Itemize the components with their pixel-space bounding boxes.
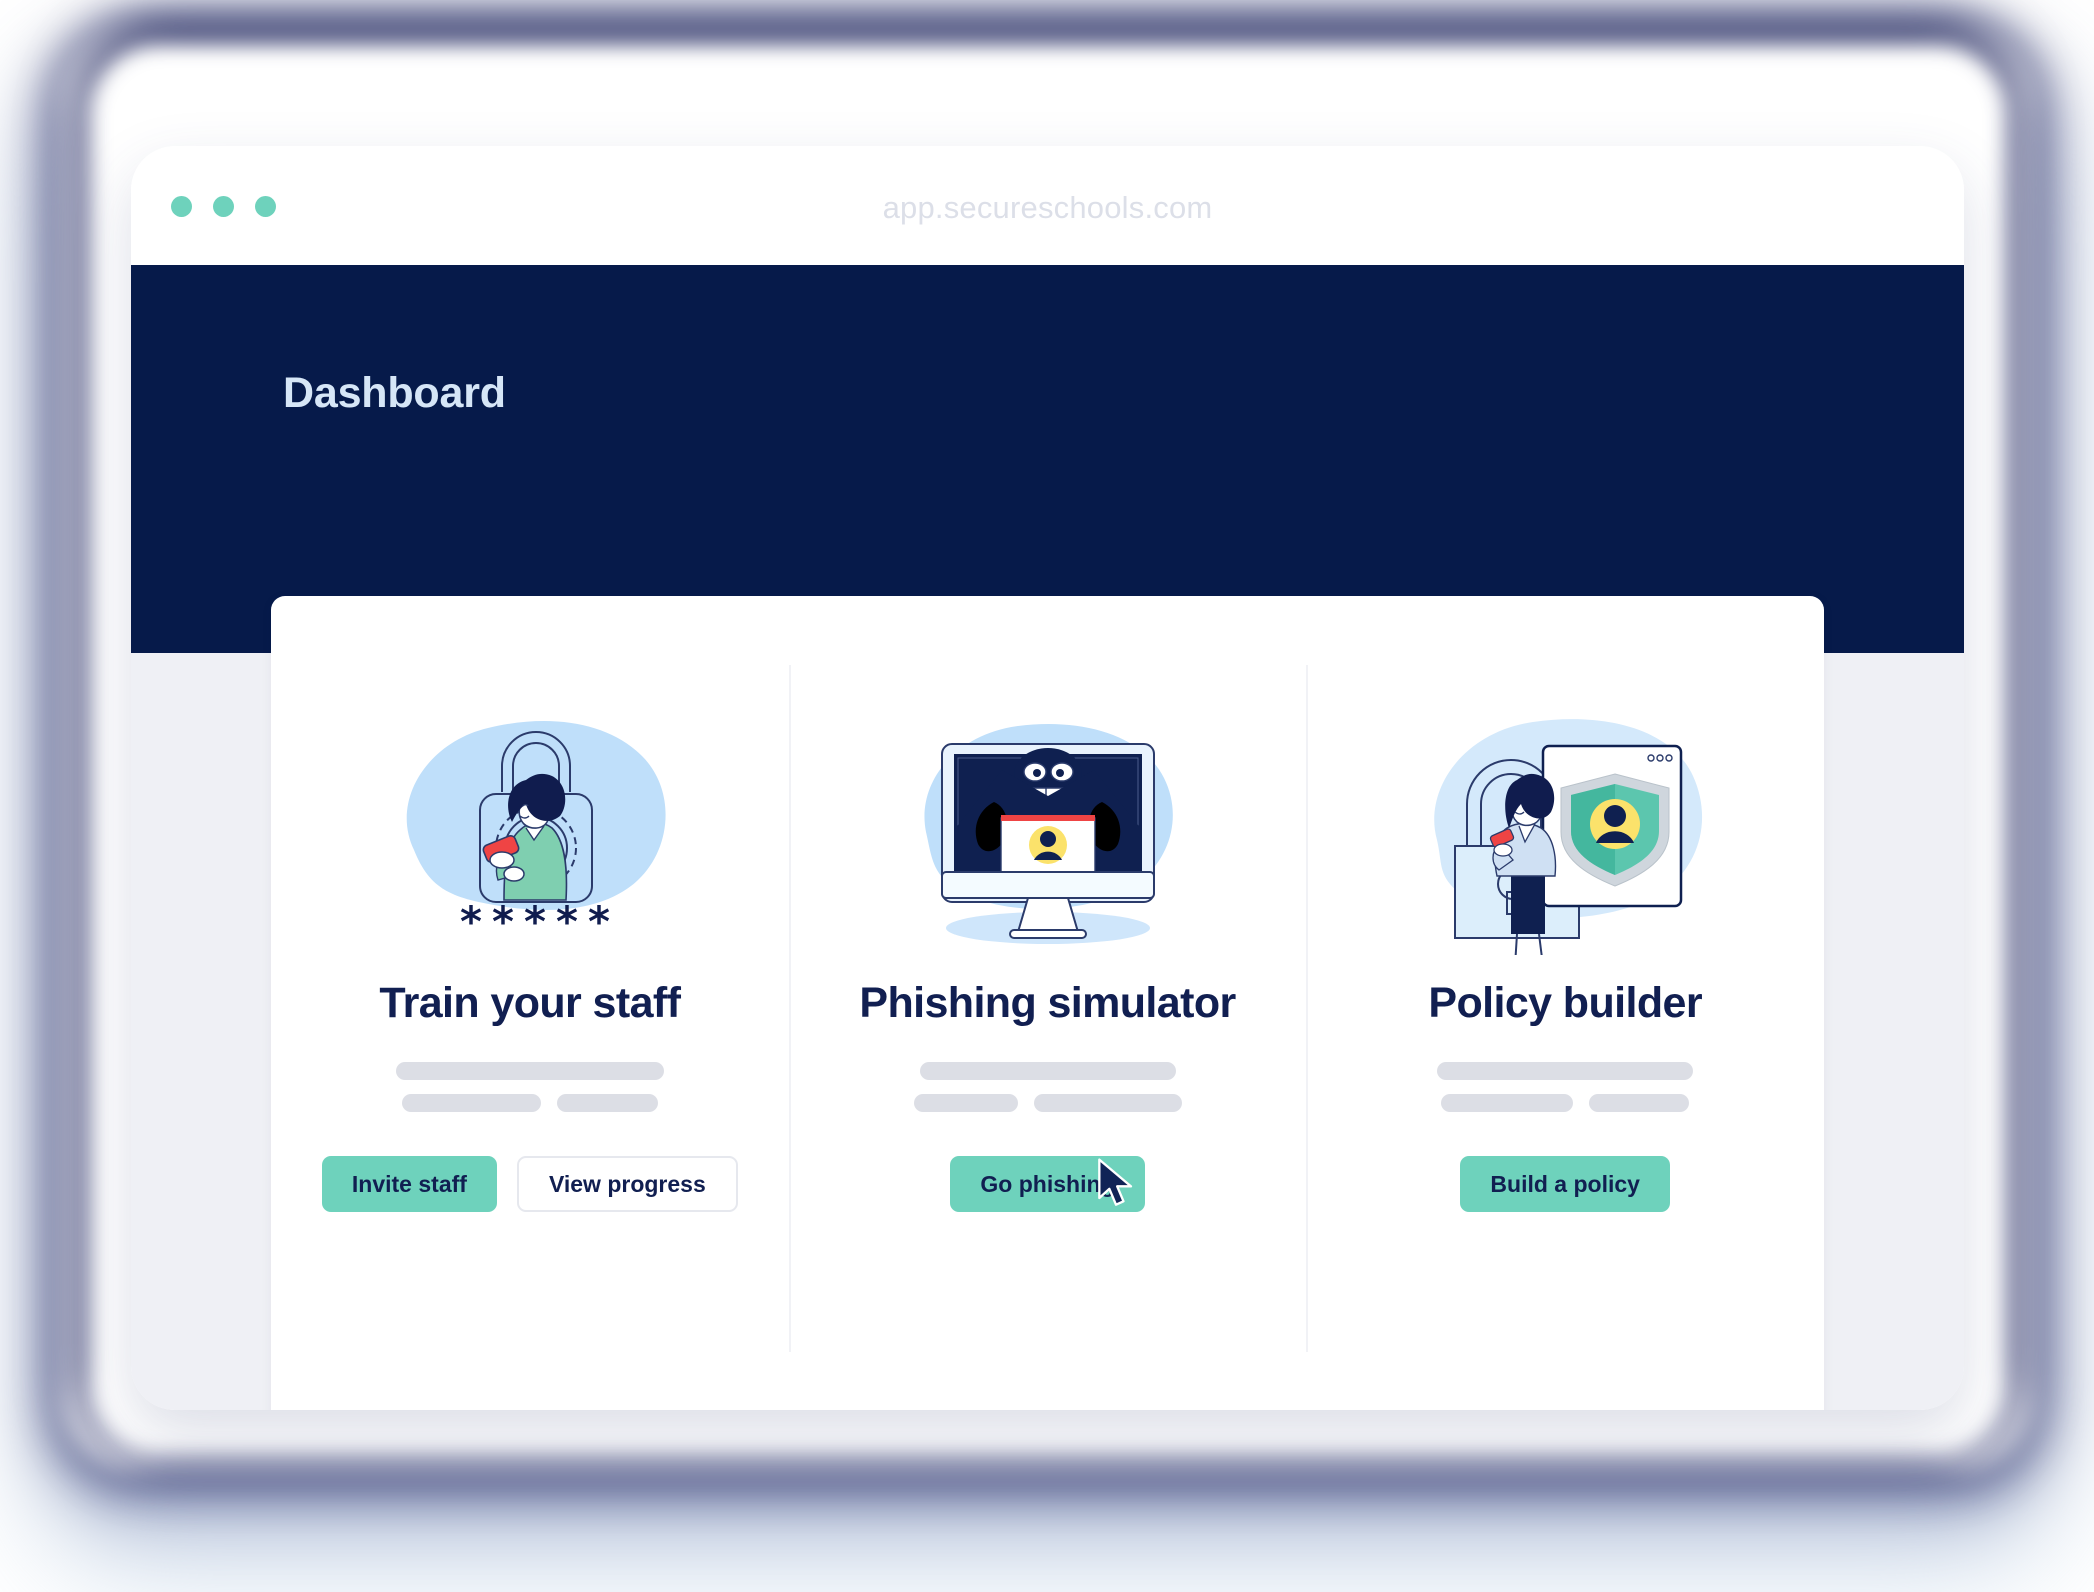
woman-shield-browser-padlock-icon [1415, 700, 1715, 955]
feature-title: Train your staff [379, 979, 681, 1027]
invite-staff-button[interactable]: Invite staff [321, 1156, 497, 1212]
woman-phone-padlock-asterisks-icon: * * * * * [380, 700, 680, 955]
build-a-policy-button[interactable]: Build a policy [1460, 1156, 1670, 1212]
placeholder-bar [919, 1062, 1176, 1080]
page-title: Dashboard [283, 369, 506, 417]
feature-card-train-your-staff: * * * * * Train your staff Invite staff … [271, 596, 789, 1410]
monitor-hacker-stealing-credentials-icon [898, 700, 1198, 955]
feature-description-placeholder [1437, 1062, 1694, 1112]
placeholder-row [913, 1094, 1182, 1112]
placeholder-bar [1437, 1062, 1694, 1080]
placeholder-bar [1033, 1094, 1182, 1112]
feature-grid: * * * * * Train your staff Invite staff … [271, 596, 1824, 1410]
feature-title: Phishing simulator [859, 979, 1236, 1027]
go-phishing-button[interactable]: Go phishing [950, 1156, 1145, 1212]
browser-window: app.secureschools.com Dashboard * * * * … [131, 146, 1964, 1410]
placeholder-row [401, 1094, 658, 1112]
placeholder-bar [401, 1094, 541, 1112]
feature-description-placeholder [395, 1062, 664, 1112]
dashboard-content-card: * * * * * Train your staff Invite staff … [271, 596, 1824, 1410]
placeholder-bar [913, 1094, 1018, 1112]
address-bar-url[interactable]: app.secureschools.com [131, 190, 1964, 226]
feature-title: Policy builder [1428, 979, 1702, 1027]
feature-actions: Go phishing [950, 1156, 1145, 1212]
app-header-banner [131, 265, 1964, 653]
svg-text:*: * [524, 897, 546, 946]
placeholder-row [919, 1062, 1176, 1080]
browser-title-bar: app.secureschools.com [131, 146, 1964, 265]
placeholder-bar [395, 1062, 664, 1080]
view-progress-button[interactable]: View progress [516, 1156, 738, 1212]
placeholder-row [1437, 1062, 1694, 1080]
placeholder-row [1441, 1094, 1690, 1112]
placeholder-bar [1589, 1094, 1690, 1112]
placeholder-row [395, 1062, 664, 1080]
feature-description-placeholder [913, 1062, 1182, 1112]
app-viewport: Dashboard * * * * * Train your staff Inv… [131, 265, 1964, 1410]
placeholder-bar [1441, 1094, 1574, 1112]
feature-actions: Invite staff View progress [321, 1156, 738, 1212]
feature-actions: Build a policy [1460, 1156, 1670, 1212]
svg-text:*: * [492, 897, 514, 946]
svg-text:*: * [588, 897, 610, 946]
feature-card-policy-builder: Policy builder Build a policy [1306, 596, 1824, 1410]
svg-text:*: * [460, 897, 482, 946]
feature-card-phishing-simulator: Phishing simulator Go phishing [788, 596, 1307, 1410]
placeholder-bar [556, 1094, 658, 1112]
svg-text:*: * [556, 897, 578, 946]
